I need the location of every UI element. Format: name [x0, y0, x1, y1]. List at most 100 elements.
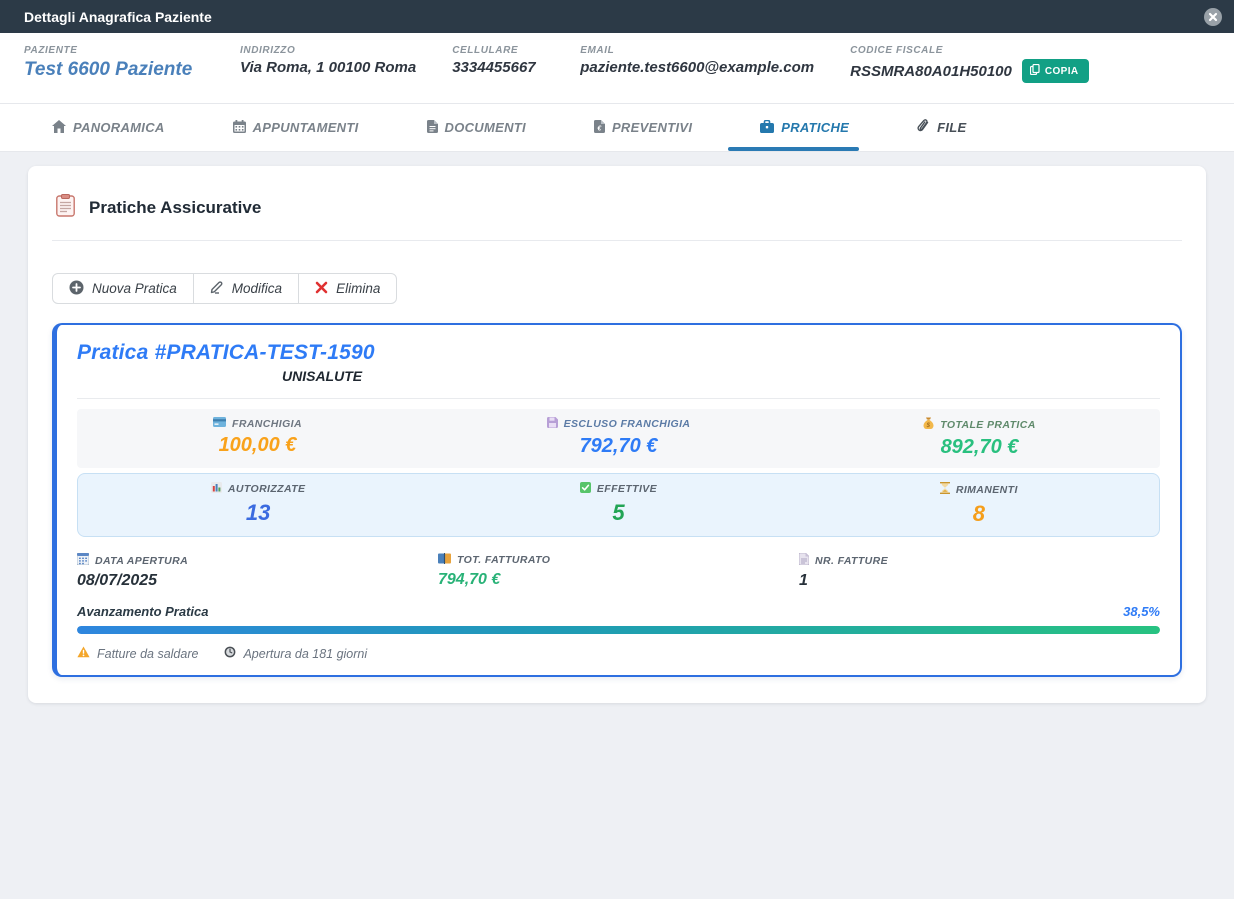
clock-icon — [224, 646, 236, 661]
patient-label: PAZIENTE — [24, 45, 204, 56]
progress-bar-fill — [77, 626, 1160, 634]
pratica-card[interactable]: Pratica #PRATICA-TEST-1590 UNISALUTE FRA… — [52, 323, 1182, 677]
pratica-toolbar: Nuova Pratica Modifica Elimina — [52, 273, 397, 304]
stat-value-text: 13 — [246, 500, 270, 526]
stat-totale-pratica: $ TOTALE PRATICA 892,70 € — [799, 409, 1160, 468]
tab-file[interactable]: FILE — [911, 104, 972, 151]
copy-button-label: COPIA — [1045, 66, 1079, 77]
panel-title: Pratiche Assicurative — [89, 198, 261, 218]
insurance-company: UNISALUTE — [282, 368, 1160, 384]
stat-effettive: EFFETTIVE 5 — [438, 474, 798, 536]
home-icon — [52, 120, 66, 136]
stat-franchigia: FRANCHIGIA 100,00 € — [77, 409, 438, 468]
floppy-disk-icon — [547, 417, 558, 431]
money-bag-icon: $ — [923, 417, 934, 432]
tab-preventivi[interactable]: € PREVENTIVI — [588, 104, 698, 151]
stat-label-text: RIMANENTI — [956, 484, 1018, 496]
fiscal-code-value: RSSMRA80A01H50100 — [850, 63, 1012, 80]
card-footer: Fatture da saldare Apertura da 181 giorn… — [77, 646, 1160, 661]
tab-label: PREVENTIVI — [612, 120, 692, 135]
document-icon — [427, 120, 438, 136]
copy-button[interactable]: COPIA — [1022, 59, 1089, 83]
email-value: paziente.test6600@example.com — [580, 59, 814, 76]
new-pratica-label: Nuova Pratica — [92, 281, 177, 296]
tab-appuntamenti[interactable]: APPUNTAMENTI — [227, 104, 365, 151]
phone-label: CELLULARE — [452, 45, 544, 56]
stats-row-counts: AUTORIZZATE 13 EFFETTIVE 5 RIMANENTI — [77, 473, 1160, 537]
progress-percent: 38,5% — [1123, 604, 1160, 619]
stats-row-details: DATA APERTURA 08/07/2025 TOT. FATTURATO … — [77, 545, 1160, 594]
tab-label: PRATICHE — [781, 120, 849, 135]
paperclip-icon — [917, 119, 930, 136]
document-euro-icon: € — [594, 120, 605, 136]
stat-label-text: TOT. FATTURATO — [457, 554, 550, 566]
modal-title: Dettagli Anagrafica Paziente — [24, 9, 212, 25]
open-days-badge: Apertura da 181 giorni — [224, 646, 367, 661]
clipboard-icon — [56, 194, 75, 222]
progress-header: Avanzamento Pratica 38,5% — [77, 604, 1160, 619]
progress-label: Avanzamento Pratica — [77, 604, 209, 619]
tab-pratiche[interactable]: PRATICHE — [754, 104, 855, 151]
fiscal-code-label: CODICE FISCALE — [850, 45, 1088, 56]
hourglass-icon — [940, 482, 950, 497]
delete-pratica-label: Elimina — [336, 281, 380, 296]
progress-bar — [77, 626, 1160, 634]
credit-card-icon — [213, 417, 226, 430]
tab-label: DOCUMENTI — [445, 120, 526, 135]
stat-value-text: 100,00 € — [219, 434, 297, 457]
invoice-book-icon — [438, 553, 451, 567]
stat-value-text: 08/07/2025 — [77, 572, 157, 590]
edit-pratica-button[interactable]: Modifica — [193, 273, 299, 304]
badge-label: Fatture da saldare — [97, 647, 198, 661]
plus-circle-icon — [69, 280, 84, 298]
stat-escluso-franchigia: ESCLUSO FRANCHIGIA 792,70 € — [438, 409, 799, 468]
address-label: INDIRIZZO — [240, 45, 416, 56]
stat-label-text: TOTALE PRATICA — [940, 419, 1035, 431]
calendar-grid-icon — [77, 553, 89, 568]
delete-pratica-button[interactable]: Elimina — [298, 273, 397, 304]
stat-value-text: 1 — [799, 572, 808, 590]
stat-label-text: FRANCHIGIA — [232, 418, 302, 430]
stat-value-text: 792,70 € — [580, 435, 658, 458]
pratica-title: Pratica #PRATICA-TEST-1590 — [77, 341, 1160, 365]
stat-label-text: NR. FATTURE — [815, 555, 888, 567]
email-label: EMAIL — [580, 45, 814, 56]
unpaid-invoices-badge: Fatture da saldare — [77, 646, 198, 661]
new-pratica-button[interactable]: Nuova Pratica — [52, 273, 194, 304]
stat-autorizzate: AUTORIZZATE 13 — [78, 474, 438, 536]
calendar-icon — [233, 120, 246, 136]
warning-icon — [77, 646, 90, 661]
tab-documenti[interactable]: DOCUMENTI — [421, 104, 532, 151]
stat-label-text: AUTORIZZATE — [228, 483, 306, 495]
stats-row-amounts: FRANCHIGIA 100,00 € ESCLUSO FRANCHIGIA 7… — [77, 409, 1160, 468]
stat-value-text: 8 — [973, 501, 985, 527]
tab-panoramica[interactable]: PANORAMICA — [46, 104, 171, 151]
stat-tot-fatturato: TOT. FATTURATO 794,70 € — [438, 545, 799, 594]
pencil-icon — [210, 280, 224, 297]
patient-header: PAZIENTE Test 6600 Paziente INDIRIZZO Vi… — [0, 33, 1234, 104]
stat-label-text: DATA APERTURA — [95, 555, 188, 567]
card-divider — [77, 398, 1160, 399]
address-value: Via Roma, 1 00100 Roma — [240, 59, 416, 76]
badge-label: Apertura da 181 giorni — [243, 647, 367, 661]
svg-text:$: $ — [926, 423, 931, 429]
stat-label-text: ESCLUSO FRANCHIGIA — [564, 418, 691, 430]
email-field: EMAIL paziente.test6600@example.com — [580, 45, 814, 76]
phone-field: CELLULARE 3334455667 — [452, 45, 544, 76]
close-icon[interactable] — [1204, 8, 1222, 26]
stat-label-text: EFFETTIVE — [597, 483, 657, 495]
bar-chart-icon — [211, 482, 222, 496]
stat-nr-fatture: NR. FATTURE 1 — [799, 545, 1160, 594]
stat-rimanenti: RIMANENTI 8 — [799, 474, 1159, 536]
pratiche-panel: Pratiche Assicurative Nuova Pratica Modi… — [28, 166, 1206, 703]
stat-value-text: 794,70 € — [438, 571, 500, 589]
address-field: INDIRIZZO Via Roma, 1 00100 Roma — [240, 45, 416, 76]
phone-value: 3334455667 — [452, 59, 544, 76]
tab-label: FILE — [937, 120, 966, 135]
panel-divider — [52, 240, 1182, 241]
tab-bar: PANORAMICA APPUNTAMENTI DOCUMENTI € PREV… — [0, 104, 1234, 152]
briefcase-icon — [760, 120, 774, 136]
patient-name-field: PAZIENTE Test 6600 Paziente — [24, 45, 204, 81]
fiscal-code-field: CODICE FISCALE RSSMRA80A01H50100 COPIA — [850, 45, 1088, 83]
check-square-icon — [580, 482, 591, 496]
